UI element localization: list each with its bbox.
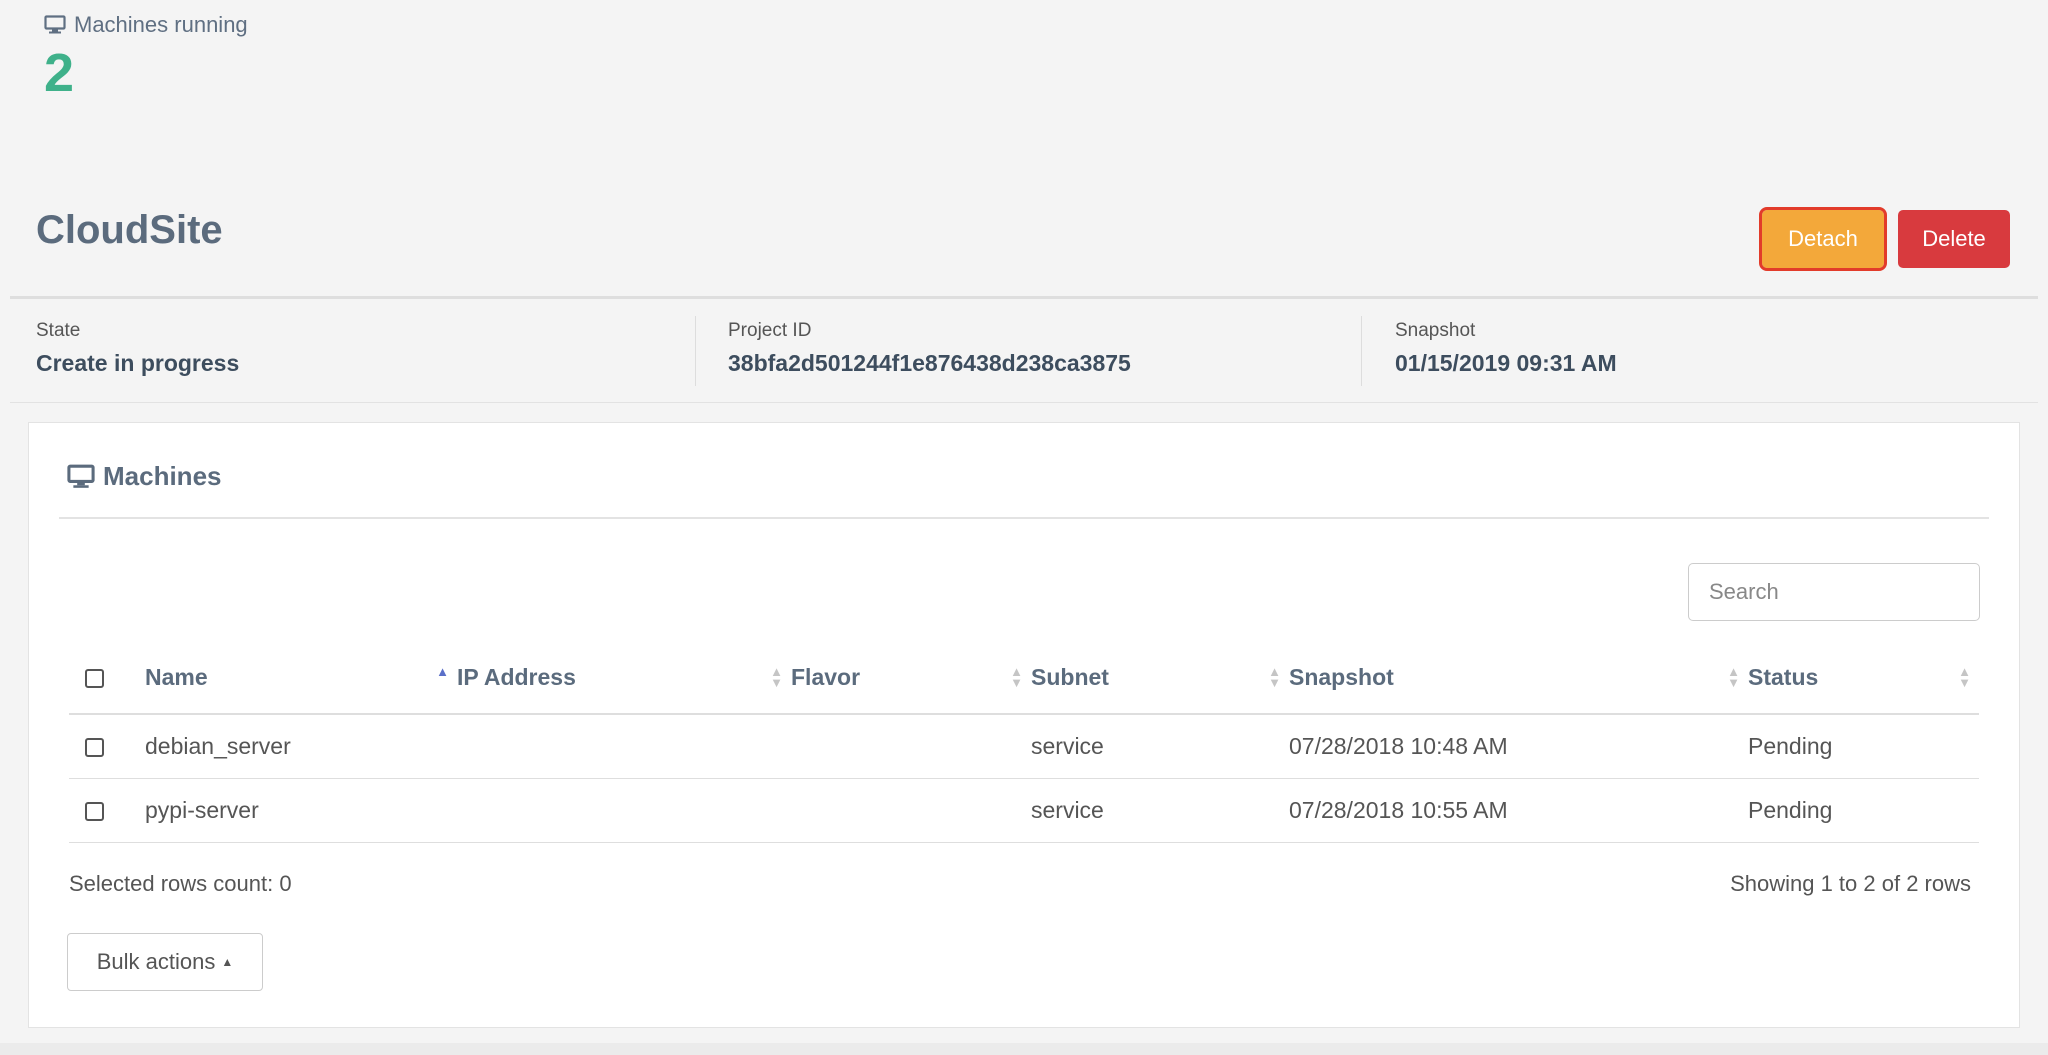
pagination-info: Showing 1 to 2 of 2 rows [1730, 871, 1971, 896]
table-row[interactable]: pypi-server service 07/28/2018 10:55 AM … [69, 778, 1979, 843]
info-project-id: Project ID 38bfa2d501244f1e876438d238ca3… [728, 320, 1131, 377]
machines-panel: Machines Name ▲▼ IP Address ▲▼ Flavor [28, 422, 2020, 1028]
delete-button[interactable]: Delete [1898, 210, 2010, 268]
row-checkbox[interactable] [85, 802, 104, 822]
machines-panel-title: Machines [67, 461, 222, 492]
cell-status: Pending [1748, 714, 1979, 779]
machines-running-value: 2 [44, 43, 75, 103]
machines-running-stat: Machines running 2 [44, 12, 248, 100]
page-title: CloudSite [36, 208, 223, 252]
machines-table: Name ▲ ▼ IP Address ▲ ▼ Flavor ▲ ▼ Subnet ▲… [69, 641, 1979, 843]
selected-rows-count: Selected rows count: 0 [69, 871, 292, 896]
search-input[interactable] [1688, 563, 1980, 621]
caret-up-icon: ▲ [221, 955, 234, 969]
column-header-label: Status [1748, 663, 1819, 690]
bulk-actions-button[interactable]: Bulk actions ▲ [67, 933, 263, 991]
sort-icon: ▲ ▼ [1958, 664, 1971, 690]
select-all-cell [69, 641, 145, 715]
cell-status: Pending [1748, 778, 1979, 843]
row-select-cell [69, 778, 145, 843]
info-state: State Create in progress [36, 320, 239, 377]
row-select-cell [69, 714, 145, 779]
machines-title: Machines [103, 461, 222, 491]
machines-running-label-row: Machines running [44, 12, 248, 38]
snapshot-label: Snapshot [1395, 320, 1476, 341]
column-header-snapshot[interactable]: Snapshot ▲ ▼ [1289, 641, 1748, 715]
cell-subnet: service [1031, 714, 1289, 779]
sort-icon: ▲ ▼ [1268, 664, 1281, 690]
column-header-label: Name [145, 663, 208, 690]
project-id-label: Project ID [728, 320, 812, 341]
sort-icon: ▲ ▼ [1010, 664, 1023, 690]
cell-ip-address [457, 714, 791, 779]
detach-button[interactable]: Detach [1759, 207, 1887, 271]
project-id-value: 38bfa2d501244f1e876438d238ca3875 [728, 350, 1131, 376]
info-bottom-divider [10, 402, 2038, 403]
cell-flavor [791, 714, 1031, 779]
sort-icon: ▲ ▼ [436, 664, 449, 690]
cell-name: debian_server [145, 714, 457, 779]
column-header-status[interactable]: Status ▲ ▼ [1748, 641, 1979, 715]
snapshot-value: 01/15/2019 09:31 AM [1395, 350, 1617, 376]
machines-running-label: Machines running [74, 12, 248, 37]
cell-snapshot: 07/28/2018 10:48 AM [1289, 714, 1748, 779]
cell-flavor [791, 778, 1031, 843]
panel-divider [59, 517, 1989, 519]
state-value: Create in progress [36, 350, 240, 376]
column-header-label: IP Address [457, 663, 576, 690]
bottom-bar [0, 1043, 2048, 1055]
column-header-label: Flavor [791, 663, 861, 690]
cell-snapshot: 07/28/2018 10:55 AM [1289, 778, 1748, 843]
row-checkbox[interactable] [85, 738, 104, 758]
monitor-icon [44, 15, 66, 34]
column-header-label: Snapshot [1289, 663, 1394, 690]
state-label: State [36, 320, 81, 341]
table-row[interactable]: debian_server service 07/28/2018 10:48 A… [69, 714, 1979, 779]
header-divider [10, 296, 2038, 299]
bulk-actions-label: Bulk actions [96, 949, 216, 974]
cell-ip-address [457, 778, 791, 843]
table-header-row: Name ▲ ▼ IP Address ▲ ▼ Flavor ▲ ▼ Subnet ▲… [69, 641, 1979, 715]
cell-name: pypi-server [145, 778, 457, 843]
column-header-name[interactable]: Name ▲ ▼ [145, 641, 457, 715]
column-header-ip-address[interactable]: IP Address ▲ ▼ [457, 641, 791, 715]
select-all-checkbox[interactable] [85, 668, 104, 688]
column-header-flavor[interactable]: Flavor ▲ ▼ [791, 641, 1031, 715]
sort-icon: ▲ ▼ [1727, 664, 1740, 690]
info-snapshot: Snapshot 01/15/2019 09:31 AM [1395, 320, 1617, 377]
sort-icon: ▲ ▼ [770, 664, 783, 690]
info-divider [1361, 316, 1362, 386]
cell-subnet: service [1031, 778, 1289, 843]
column-header-label: Subnet [1031, 663, 1109, 690]
monitor-icon [67, 464, 95, 488]
column-header-subnet[interactable]: Subnet ▲ ▼ [1031, 641, 1289, 715]
info-divider [695, 316, 696, 386]
